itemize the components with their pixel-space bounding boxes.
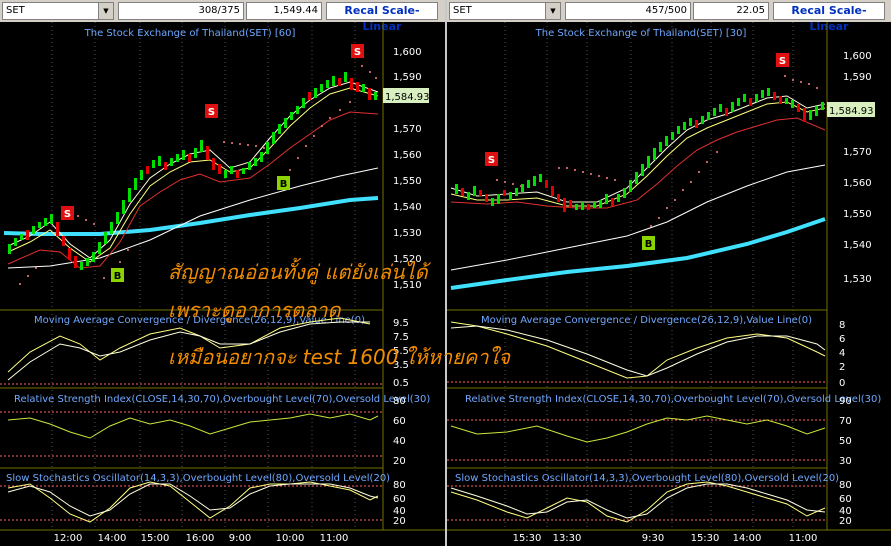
ma-line-light xyxy=(7,81,379,259)
macd-tick: 9.5 xyxy=(393,318,409,329)
time-tick: 12:00 xyxy=(54,533,83,544)
macd-tick: 0 xyxy=(839,378,845,389)
chart-canvas-right[interactable]: The Stock Exchange of Thailand(SET) [30]… xyxy=(447,22,891,546)
symbol-select-right[interactable]: SET ▼ xyxy=(449,2,561,20)
price-tick: 1,540 xyxy=(393,202,422,213)
sell-signal-label: S xyxy=(354,47,361,58)
price-tick: 1,600 xyxy=(843,51,872,62)
rsi-tick: 80 xyxy=(393,396,406,407)
time-tick: 10:00 xyxy=(276,533,305,544)
stoch-label: Slow Stochastics Oscillator(14,3,3),Over… xyxy=(455,473,839,484)
stoch-tick: 20 xyxy=(839,516,852,527)
time-tick: 15:30 xyxy=(513,533,542,544)
chart-toolbar-left: SET ▼ 308/375 1,549.44 Recal Scale-Linea… xyxy=(0,0,445,33)
rsi-tick: 30 xyxy=(839,456,852,467)
macd-tick: 6 xyxy=(839,334,845,345)
price-tick: 1,540 xyxy=(843,240,872,251)
chart-title: The Stock Exchange of Thailand(SET) [60] xyxy=(84,28,296,39)
stoch-tick: 60 xyxy=(839,494,852,505)
bar-counter: 457/500 xyxy=(565,2,691,20)
time-tick: 14:00 xyxy=(733,533,762,544)
rsi-tick: 50 xyxy=(839,436,852,447)
rsi-label: Relative Strength Index(CLOSE,14,30,70),… xyxy=(14,394,430,405)
price-tick: 1,590 xyxy=(843,72,872,83)
price-tick: 1,530 xyxy=(843,274,872,285)
long-ma-line xyxy=(450,217,826,290)
stoch-label: Slow Stochastics Oscillator(14,3,3),Over… xyxy=(6,473,390,484)
macd-tick: 0.5 xyxy=(393,378,409,389)
sell-signal-label: S xyxy=(64,209,71,220)
symbol-value: SET xyxy=(453,5,472,16)
sell-signal-label: S xyxy=(208,107,215,118)
price-tick: 1,560 xyxy=(843,178,872,189)
price-tick: 1,570 xyxy=(393,124,422,135)
rsi-tick: 40 xyxy=(393,436,406,447)
time-tick: 11:00 xyxy=(789,533,818,544)
price-badge-text: 1,584.93 xyxy=(829,106,874,117)
stoch-tick: 80 xyxy=(839,480,852,491)
buy-signal-label: B xyxy=(114,271,122,282)
price-tick: 1,550 xyxy=(393,176,422,187)
chart-title: The Stock Exchange of Thailand(SET) [30] xyxy=(535,28,747,39)
recal-scale-button[interactable]: Recal Scale-Linear xyxy=(773,2,885,33)
rsi-tick: 60 xyxy=(393,416,406,427)
buy-signal-label: B xyxy=(645,239,653,250)
price-tick: 1,590 xyxy=(393,72,422,83)
annotation-line-1: สัญญาณอ่อนทั้งคู่ แต่ยังเล่นได้ xyxy=(168,260,428,284)
long-ma-line xyxy=(3,196,379,236)
macd-tick: 4 xyxy=(839,348,845,359)
annotation-line-3: เหมือนอยากจะ test 1600 ให้หายคาใจ xyxy=(168,345,510,369)
chevron-down-icon[interactable]: ▼ xyxy=(545,3,560,19)
time-tick: 9:00 xyxy=(229,533,251,544)
rsi-tick: 90 xyxy=(839,396,852,407)
macd-label: Moving Average Convergence / Divergence(… xyxy=(481,315,812,326)
recal-scale-button[interactable]: Recal Scale-Linear xyxy=(326,2,438,33)
time-tick: 15:00 xyxy=(141,533,170,544)
time-tick: 15:30 xyxy=(691,533,720,544)
chart-toolbar-right: SET ▼ 457/500 22.05 Recal Scale-Linear xyxy=(447,0,891,33)
time-tick: 13:30 xyxy=(553,533,582,544)
rsi-line xyxy=(7,413,379,439)
stoch-d-line xyxy=(450,483,826,519)
price-tick: 1,550 xyxy=(843,209,872,220)
chevron-down-icon[interactable]: ▼ xyxy=(98,3,113,19)
price-value: 1,549.44 xyxy=(246,2,322,20)
price-value: 22.05 xyxy=(693,2,769,20)
rsi-label: Relative Strength Index(CLOSE,14,30,70),… xyxy=(465,394,881,405)
stoch-tick: 80 xyxy=(393,480,406,491)
price-badge-text: 1,584.93 xyxy=(385,92,430,103)
sell-signal-label: S xyxy=(779,56,786,67)
stoch-tick: 60 xyxy=(393,494,406,505)
ma-line-red xyxy=(450,117,826,209)
annotation-line-2: เพราะดูอาการตลาด xyxy=(168,298,341,322)
stoch-tick: 20 xyxy=(393,516,406,527)
time-tick: 14:00 xyxy=(98,533,127,544)
chart-panel-right: SET ▼ 457/500 22.05 Recal Scale-Linear T… xyxy=(447,0,891,546)
price-tick: 1,530 xyxy=(393,228,422,239)
stoch-d-line xyxy=(7,483,379,517)
time-tick: 9:30 xyxy=(642,533,664,544)
symbol-value: SET xyxy=(6,5,25,16)
price-tick: 1,570 xyxy=(843,147,872,158)
candlesticks xyxy=(8,72,377,270)
candlesticks xyxy=(455,88,824,212)
ma-line-light xyxy=(450,95,826,203)
ma-line-yellow xyxy=(450,101,826,207)
price-tick: 1,560 xyxy=(393,150,422,161)
sell-signal-label: S xyxy=(488,155,495,166)
symbol-select-left[interactable]: SET ▼ xyxy=(2,2,114,20)
macd-tick: 8 xyxy=(839,320,845,331)
time-tick: 16:00 xyxy=(186,533,215,544)
rsi-tick: 70 xyxy=(839,416,852,427)
buy-signal-label: B xyxy=(280,179,288,190)
bar-counter: 308/375 xyxy=(118,2,244,20)
price-tick: 1,600 xyxy=(393,47,422,58)
time-tick: 11:00 xyxy=(320,533,349,544)
rsi-tick: 20 xyxy=(393,456,406,467)
macd-tick: 2 xyxy=(839,362,845,373)
